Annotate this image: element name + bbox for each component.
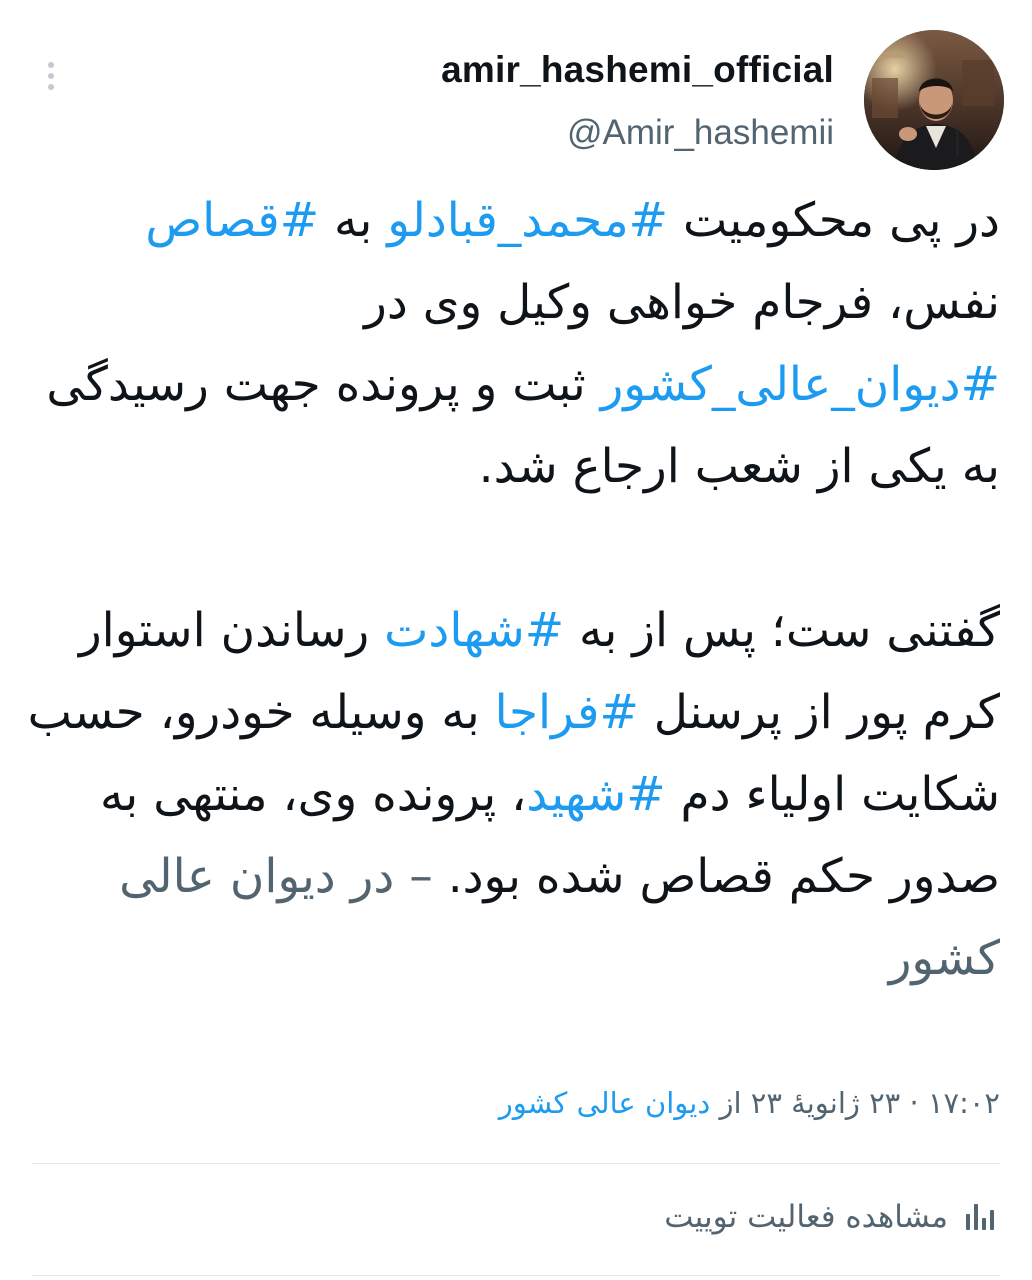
tweet-text-segment: در پی محکومیت <box>668 193 1000 248</box>
hashtag-link[interactable]: #محمد_قبادلو <box>387 193 668 248</box>
author-handle[interactable]: @Amir_hashemii <box>441 110 834 156</box>
tweet: amir_hashemi_official @Amir_hashemii در … <box>0 0 1032 1280</box>
hashtag-link[interactable]: #شهید <box>526 767 665 822</box>
tweet-paragraph-1: در پی محکومیت #محمد_قبادلو به #قصاص نفس،… <box>25 180 1000 508</box>
hashtag-link[interactable]: #دیوان_عالی_کشور <box>601 357 1000 412</box>
tweet-text-segment: گفتنی ست؛ پس از به <box>564 603 1000 658</box>
tweet-meta: ۱۷:۰۲ · ۲۳ ژانویهٔ ۲۳ از دیوان عالی کشور <box>499 1078 1000 1128</box>
tweet-text-segment: نفس، فرجام خواهی وکیل وی در <box>364 275 1000 330</box>
tweet-paragraph-2: گفتنی ست؛ پس از به #شهادت رساندن استوار … <box>25 590 1000 1000</box>
more-dot <box>48 73 54 79</box>
tweet-source-link[interactable]: دیوان عالی کشور <box>499 1086 711 1120</box>
more-dot <box>48 62 54 68</box>
hashtag-link[interactable]: #شهادت <box>384 603 564 658</box>
avatar[interactable] <box>864 30 1004 170</box>
author-display-name[interactable]: amir_hashemi_official <box>441 46 834 94</box>
more-options-button[interactable] <box>36 56 66 96</box>
tweet-time[interactable]: ۱۷:۰۲ <box>928 1086 1000 1120</box>
view-activity-label: مشاهده فعالیت توییت <box>664 1199 948 1235</box>
view-activity-button[interactable]: مشاهده فعالیت توییت <box>664 1192 996 1242</box>
tweet-text: در پی محکومیت #محمد_قبادلو به #قصاص نفس،… <box>25 180 1000 1000</box>
hashtag-link[interactable]: #قصاص <box>145 193 319 248</box>
avatar-image <box>864 30 1004 170</box>
divider <box>32 1275 1000 1276</box>
tweet-text-segment: به <box>319 193 388 248</box>
tweet-date[interactable]: ۲۳ ژانویهٔ ۲۳ <box>751 1086 900 1120</box>
meta-separator: · <box>909 1086 919 1120</box>
hashtag-link[interactable]: #فراجا <box>495 685 639 740</box>
divider <box>32 1163 1000 1164</box>
more-dot <box>48 84 54 90</box>
author-info[interactable]: amir_hashemi_official @Amir_hashemii <box>441 46 834 156</box>
meta-from-label: از <box>719 1086 742 1120</box>
bar-chart-icon <box>966 1204 994 1230</box>
